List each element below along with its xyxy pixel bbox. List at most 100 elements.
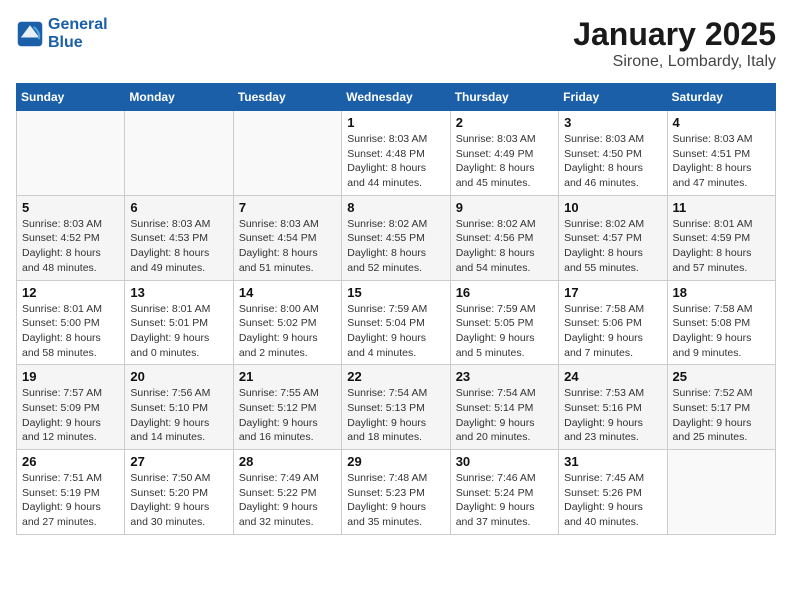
day-info: Sunrise: 8:00 AM Sunset: 5:02 PM Dayligh…	[239, 302, 336, 361]
calendar-day-cell: 2 Sunrise: 8:03 AM Sunset: 4:49 PM Daylig…	[450, 111, 558, 196]
calendar-subtitle: Sirone, Lombardy, Italy	[573, 53, 776, 71]
day-number: 12	[22, 285, 119, 300]
day-info: Sunrise: 8:03 AM Sunset: 4:54 PM Dayligh…	[239, 217, 336, 276]
day-number: 30	[456, 454, 553, 469]
day-info: Sunrise: 8:03 AM Sunset: 4:53 PM Dayligh…	[130, 217, 227, 276]
day-number: 19	[22, 369, 119, 384]
calendar-day-cell: 9Sunrise: 8:02 AM Sunset: 4:56 PM Daylig…	[450, 195, 558, 280]
calendar-day-cell: 15 Sunrise: 7:59 AM Sunset: 5:04 PM Dayli…	[342, 280, 450, 365]
calendar-title: January 2025	[573, 16, 776, 53]
calendar-table: SundayMondayTuesdayWednesdayThursdayFrid…	[16, 83, 776, 535]
day-info: Sunrise: 7:50 AM Sunset: 5:20 PM Dayligh…	[130, 471, 227, 530]
day-info: Sunrise: 7:58 AM Sunset: 5:08 PM Dayligh…	[673, 302, 770, 361]
calendar-day-cell	[17, 111, 125, 196]
day-info: Sunrise: 8:03 AM Sunset: 4:49 PM Dayligh…	[456, 132, 553, 191]
day-number: 22	[347, 369, 444, 384]
logo-icon	[16, 20, 44, 48]
calendar-week-1: 1Sunrise: 8:03 AM Sunset: 4:48 PM Daylig…	[17, 111, 776, 196]
day-number: 14	[239, 285, 336, 300]
day-number: 9	[456, 200, 553, 215]
day-info: Sunrise: 7:52 AM Sunset: 5:17 PM Dayligh…	[673, 386, 770, 445]
calendar-day-cell: 12 Sunrise: 8:01 AM Sunset: 5:00 PM Dayli…	[17, 280, 125, 365]
calendar-day-cell	[667, 450, 775, 535]
calendar-day-cell: 24Sunrise: 7:53 AM Sunset: 5:16 PM Dayli…	[559, 365, 667, 450]
calendar-day-cell: 31 Sunrise: 7:45 AM Sunset: 5:26 PM Dayli…	[559, 450, 667, 535]
day-number: 6	[130, 200, 227, 215]
day-number: 3	[564, 115, 661, 130]
day-info: Sunrise: 8:03 AM Sunset: 4:51 PM Dayligh…	[673, 132, 770, 191]
day-number: 25	[673, 369, 770, 384]
calendar-day-cell: 4Sunrise: 8:03 AM Sunset: 4:51 PM Daylig…	[667, 111, 775, 196]
day-number: 16	[456, 285, 553, 300]
calendar-week-3: 12 Sunrise: 8:01 AM Sunset: 5:00 PM Dayli…	[17, 280, 776, 365]
day-info: Sunrise: 7:51 AM Sunset: 5:19 PM Dayligh…	[22, 471, 119, 530]
calendar-day-cell: 29 Sunrise: 7:48 AM Sunset: 5:23 PM Dayli…	[342, 450, 450, 535]
day-number: 11	[673, 200, 770, 215]
weekday-header-monday: Monday	[125, 84, 233, 111]
day-info: Sunrise: 7:58 AM Sunset: 5:06 PM Dayligh…	[564, 302, 661, 361]
day-number: 2	[456, 115, 553, 130]
calendar-day-cell: 23 Sunrise: 7:54 AM Sunset: 5:14 PM Dayli…	[450, 365, 558, 450]
weekday-header-wednesday: Wednesday	[342, 84, 450, 111]
calendar-day-cell: 16 Sunrise: 7:59 AM Sunset: 5:05 PM Dayli…	[450, 280, 558, 365]
calendar-day-cell: 3 Sunrise: 8:03 AM Sunset: 4:50 PM Daylig…	[559, 111, 667, 196]
calendar-day-cell: 30Sunrise: 7:46 AM Sunset: 5:24 PM Dayli…	[450, 450, 558, 535]
day-info: Sunrise: 7:59 AM Sunset: 5:05 PM Dayligh…	[456, 302, 553, 361]
day-info: Sunrise: 7:56 AM Sunset: 5:10 PM Dayligh…	[130, 386, 227, 445]
calendar-day-cell: 28 Sunrise: 7:49 AM Sunset: 5:22 PM Dayli…	[233, 450, 341, 535]
day-number: 29	[347, 454, 444, 469]
day-info: Sunrise: 7:49 AM Sunset: 5:22 PM Dayligh…	[239, 471, 336, 530]
day-number: 23	[456, 369, 553, 384]
title-area: January 2025 Sirone, Lombardy, Italy	[573, 16, 776, 71]
logo-text: General Blue	[48, 16, 108, 53]
day-info: Sunrise: 8:02 AM Sunset: 4:57 PM Dayligh…	[564, 217, 661, 276]
calendar-day-cell: 13 Sunrise: 8:01 AM Sunset: 5:01 PM Dayli…	[125, 280, 233, 365]
day-number: 18	[673, 285, 770, 300]
day-info: Sunrise: 7:54 AM Sunset: 5:13 PM Dayligh…	[347, 386, 444, 445]
day-info: Sunrise: 7:54 AM Sunset: 5:14 PM Dayligh…	[456, 386, 553, 445]
calendar-day-cell: 14 Sunrise: 8:00 AM Sunset: 5:02 PM Dayli…	[233, 280, 341, 365]
weekday-header-tuesday: Tuesday	[233, 84, 341, 111]
calendar-week-4: 19 Sunrise: 7:57 AM Sunset: 5:09 PM Dayli…	[17, 365, 776, 450]
weekday-header-friday: Friday	[559, 84, 667, 111]
calendar-day-cell: 6 Sunrise: 8:03 AM Sunset: 4:53 PM Daylig…	[125, 195, 233, 280]
weekday-header-sunday: Sunday	[17, 84, 125, 111]
day-info: Sunrise: 7:53 AM Sunset: 5:16 PM Dayligh…	[564, 386, 661, 445]
logo: General Blue	[16, 16, 108, 53]
day-info: Sunrise: 8:01 AM Sunset: 4:59 PM Dayligh…	[673, 217, 770, 276]
day-info: Sunrise: 8:03 AM Sunset: 4:52 PM Dayligh…	[22, 217, 119, 276]
calendar-day-cell: 19 Sunrise: 7:57 AM Sunset: 5:09 PM Dayli…	[17, 365, 125, 450]
day-number: 31	[564, 454, 661, 469]
calendar-day-cell: 25 Sunrise: 7:52 AM Sunset: 5:17 PM Dayli…	[667, 365, 775, 450]
day-number: 17	[564, 285, 661, 300]
calendar-week-2: 5 Sunrise: 8:03 AM Sunset: 4:52 PM Daylig…	[17, 195, 776, 280]
day-info: Sunrise: 7:57 AM Sunset: 5:09 PM Dayligh…	[22, 386, 119, 445]
day-number: 26	[22, 454, 119, 469]
day-info: Sunrise: 7:55 AM Sunset: 5:12 PM Dayligh…	[239, 386, 336, 445]
weekday-header-saturday: Saturday	[667, 84, 775, 111]
header: General Blue January 2025 Sirone, Lombar…	[16, 16, 776, 71]
calendar-day-cell: 1Sunrise: 8:03 AM Sunset: 4:48 PM Daylig…	[342, 111, 450, 196]
day-info: Sunrise: 7:59 AM Sunset: 5:04 PM Dayligh…	[347, 302, 444, 361]
day-number: 13	[130, 285, 227, 300]
calendar-day-cell: 21Sunrise: 7:55 AM Sunset: 5:12 PM Dayli…	[233, 365, 341, 450]
calendar-day-cell: 8Sunrise: 8:02 AM Sunset: 4:55 PM Daylig…	[342, 195, 450, 280]
day-number: 10	[564, 200, 661, 215]
day-number: 8	[347, 200, 444, 215]
day-info: Sunrise: 8:01 AM Sunset: 5:00 PM Dayligh…	[22, 302, 119, 361]
day-info: Sunrise: 7:48 AM Sunset: 5:23 PM Dayligh…	[347, 471, 444, 530]
calendar-day-cell	[125, 111, 233, 196]
day-info: Sunrise: 8:03 AM Sunset: 4:50 PM Dayligh…	[564, 132, 661, 191]
calendar-day-cell: 11 Sunrise: 8:01 AM Sunset: 4:59 PM Dayli…	[667, 195, 775, 280]
calendar-day-cell	[233, 111, 341, 196]
day-number: 20	[130, 369, 227, 384]
calendar-day-cell: 5 Sunrise: 8:03 AM Sunset: 4:52 PM Daylig…	[17, 195, 125, 280]
day-number: 15	[347, 285, 444, 300]
day-number: 5	[22, 200, 119, 215]
day-info: Sunrise: 7:45 AM Sunset: 5:26 PM Dayligh…	[564, 471, 661, 530]
calendar-week-5: 26 Sunrise: 7:51 AM Sunset: 5:19 PM Dayli…	[17, 450, 776, 535]
weekday-header-thursday: Thursday	[450, 84, 558, 111]
day-number: 27	[130, 454, 227, 469]
day-number: 28	[239, 454, 336, 469]
day-info: Sunrise: 8:01 AM Sunset: 5:01 PM Dayligh…	[130, 302, 227, 361]
